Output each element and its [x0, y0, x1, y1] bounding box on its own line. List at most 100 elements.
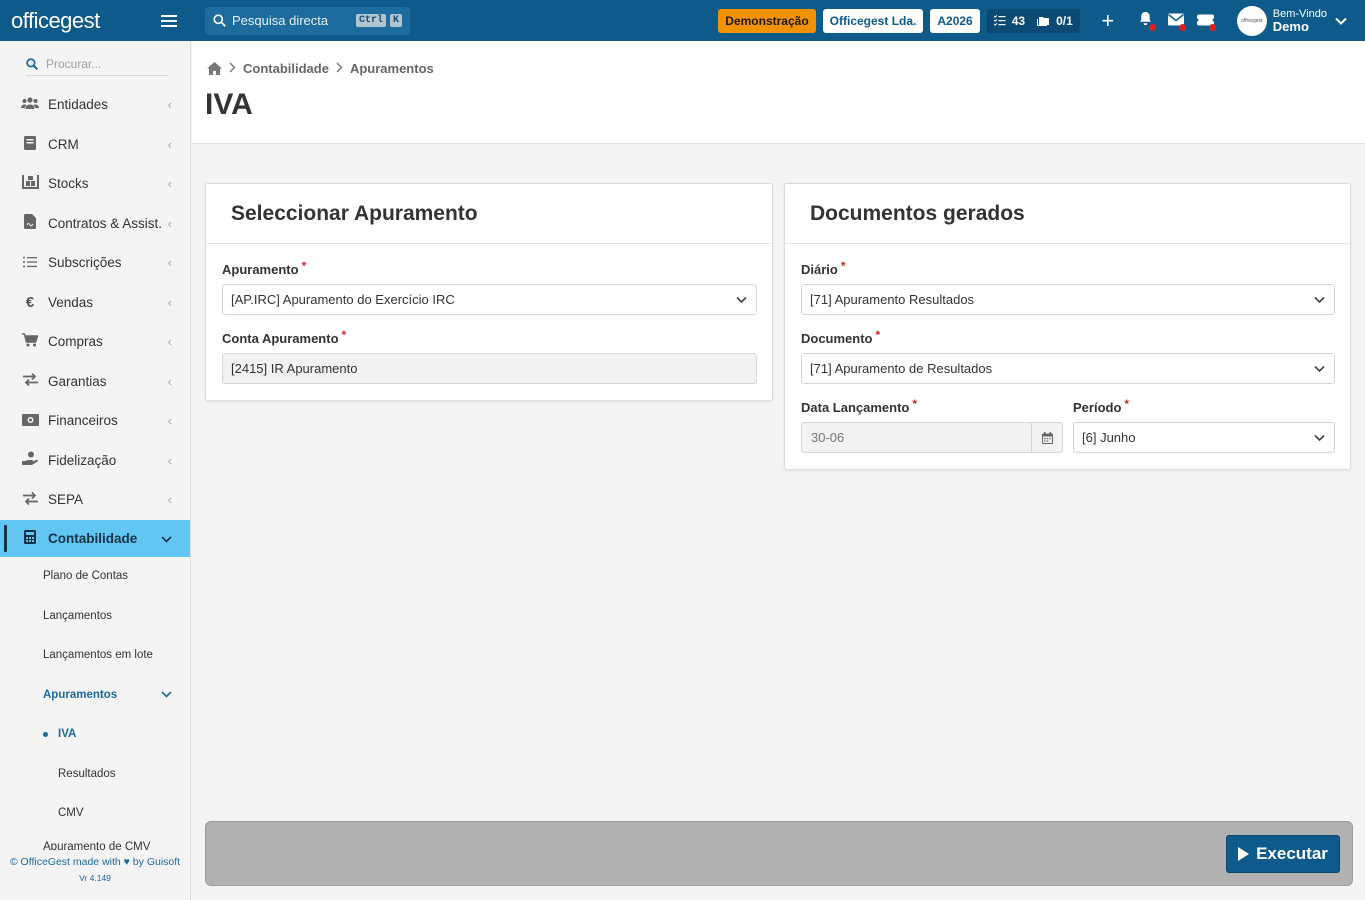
- chevron-left-icon: ‹: [167, 176, 172, 192]
- sidebar-item-label: Subscrições: [48, 255, 122, 271]
- sidebar-item-label: Financeiros: [48, 413, 118, 429]
- welcome-text: Bem-Vindo: [1272, 7, 1327, 20]
- sidebar-item-contabilidade[interactable]: Contabilidade: [0, 519, 190, 557]
- top-bar: officegest Pesquisa directa Ctrl K Demon…: [0, 0, 1365, 41]
- sidebar-subitem-lancamentos[interactable]: Lançamentos: [0, 596, 190, 636]
- ticket-icon[interactable]: [1193, 11, 1219, 31]
- sidebar-item-garantias[interactable]: Garantias ‹: [0, 362, 190, 402]
- sidebar-subitem-iva[interactable]: IVA: [0, 715, 190, 755]
- calendar-icon[interactable]: [1031, 423, 1062, 452]
- sidebar-footer: © OfficeGest made with ♥ by Guisoft Vr 4…: [0, 850, 190, 900]
- users-icon: [21, 97, 39, 113]
- apuramento-label-text: Apuramento: [222, 262, 299, 277]
- chevron-down-icon: [1314, 296, 1325, 304]
- apuramento-group: Apuramento * [AP.IRC] Apuramento do Exerc…: [222, 259, 757, 315]
- sidebar-subitem-lancamentos-lote[interactable]: Lançamentos em lote: [0, 636, 190, 676]
- chevron-left-icon: ‹: [167, 215, 172, 231]
- breadcrumb-apuramentos[interactable]: Apuramentos: [350, 61, 434, 76]
- apuramento-select[interactable]: [AP.IRC] Apuramento do Exercício IRC: [222, 284, 757, 315]
- top-right-tools: Demonstração Officegest Lda. A2026 43 0/…: [718, 0, 1365, 41]
- mail-icon[interactable]: [1163, 11, 1189, 31]
- cart-icon: [21, 333, 39, 350]
- sidebar-item-stocks[interactable]: Stocks ‹: [0, 164, 190, 204]
- execute-label: Executar: [1256, 844, 1328, 863]
- sidebar-search[interactable]: Procurar...: [26, 52, 168, 76]
- sidebar-item-label: Entidades: [48, 97, 109, 113]
- sidebar-item-fidelizacao[interactable]: Fidelização ‹: [0, 441, 190, 481]
- sidebar-item-crm[interactable]: CRM ‹: [0, 125, 190, 165]
- sidebar-item-label: Stocks: [48, 176, 89, 192]
- tasks-icon: [993, 15, 1006, 26]
- sidebar-subitem-resultados[interactable]: Resultados: [0, 754, 190, 794]
- required-marker: *: [912, 397, 918, 411]
- sidebar-subitem-plano-contas[interactable]: Plano de Contas: [0, 557, 190, 597]
- sidebar-item-label: Vendas: [48, 294, 94, 310]
- euro-icon: €: [25, 293, 35, 311]
- global-search[interactable]: Pesquisa directa Ctrl K: [205, 6, 410, 35]
- money-icon: [21, 413, 39, 429]
- sidebar: Procurar... Entidades ‹ CRM ‹ Stocks ‹ C…: [0, 41, 191, 900]
- sidebar-item-label: Contabilidade: [48, 530, 138, 546]
- chevron-right-icon: [336, 61, 343, 76]
- data-lancamento-group: Data Lançamento * 30-06: [801, 397, 1063, 453]
- sidebar-item-contratos[interactable]: Contratos & Assist. ‹: [0, 204, 190, 244]
- docs-count: 0/1: [1056, 13, 1073, 28]
- execute-button[interactable]: Executar: [1226, 835, 1340, 873]
- book-icon: [21, 135, 39, 153]
- sidebar-item-sepa[interactable]: SEPA ‹: [0, 480, 190, 520]
- calculator-icon: [21, 529, 39, 547]
- tasks-count: 43: [1011, 13, 1026, 28]
- home-icon[interactable]: [207, 62, 222, 75]
- company-selector[interactable]: Officegest Lda.: [822, 8, 924, 33]
- periodo-select[interactable]: [6] Junho: [1073, 422, 1335, 453]
- select-apuramento-card: Seleccionar Apuramento Apuramento * [AP.I…: [205, 183, 773, 401]
- card-title: Documentos gerados: [785, 184, 1350, 244]
- app-logo[interactable]: officegest: [11, 8, 100, 34]
- search-icon: [213, 14, 226, 27]
- year-selector[interactable]: A2026: [930, 8, 980, 33]
- tasks-counter[interactable]: 43: [993, 13, 1026, 28]
- apuramento-label: Apuramento *: [222, 259, 757, 277]
- breadcrumb: Contabilidade Apuramentos: [207, 61, 434, 76]
- diario-select[interactable]: [71] Apuramento Resultados: [801, 284, 1335, 315]
- sidebar-item-financeiros[interactable]: Financeiros ‹: [0, 401, 190, 441]
- demo-badge[interactable]: Demonstração: [718, 8, 816, 33]
- required-marker: *: [301, 259, 307, 273]
- page-header: Contabilidade Apuramentos IVA: [192, 41, 1365, 144]
- diario-label: Diário *: [801, 259, 1335, 277]
- chevron-left-icon: ‹: [167, 492, 172, 508]
- hand-coin-icon: [21, 451, 39, 469]
- documento-select[interactable]: [71] Apuramento de Resultados: [801, 353, 1335, 384]
- sidebar-subitem-cmv[interactable]: CMV: [0, 794, 190, 834]
- documentos-gerados-card: Documentos gerados Diário * [71] Apuramen…: [784, 183, 1351, 470]
- bell-icon[interactable]: [1133, 11, 1159, 31]
- action-bar: Executar: [205, 821, 1353, 886]
- conta-apuramento-field[interactable]: [2415] IR Apuramento: [222, 353, 757, 384]
- apuramento-value: [AP.IRC] Apuramento do Exercício IRC: [231, 292, 455, 307]
- chevron-down-icon: [736, 296, 747, 304]
- breadcrumb-contabilidade[interactable]: Contabilidade: [243, 61, 329, 76]
- documento-label: Documento *: [801, 328, 1335, 346]
- user-name: Demo: [1272, 18, 1309, 34]
- avatar: officegest: [1236, 5, 1267, 36]
- docs-counter[interactable]: 0/1: [1037, 14, 1073, 28]
- hamburger-menu-icon[interactable]: [161, 14, 177, 27]
- sidebar-subitem-apuramentos[interactable]: Apuramentos: [0, 675, 190, 715]
- user-menu[interactable]: officegest Bem-Vindo Demo: [1236, 5, 1347, 36]
- data-lancamento-field[interactable]: 30-06: [801, 422, 1063, 453]
- sidebar-item-vendas[interactable]: € Vendas ‹: [0, 283, 190, 323]
- sidebar-item-subscricoes[interactable]: Subscrições ‹: [0, 243, 190, 283]
- required-marker: *: [1124, 397, 1130, 411]
- documento-group: Documento * [71] Apuramento de Resultados: [801, 328, 1335, 384]
- play-icon: [1238, 847, 1250, 861]
- chevron-down-icon: [1335, 17, 1347, 25]
- chevron-left-icon: ‹: [167, 452, 172, 468]
- brand: officegest: [0, 0, 191, 41]
- chevron-down-icon: [161, 531, 172, 546]
- add-icon[interactable]: +: [1095, 8, 1121, 34]
- conta-label-text: Conta Apuramento: [222, 331, 339, 346]
- chevron-down-icon: [1314, 434, 1325, 442]
- folders-icon: [1037, 17, 1050, 26]
- sidebar-item-compras[interactable]: Compras ‹: [0, 322, 190, 362]
- sidebar-item-entidades[interactable]: Entidades ‹: [0, 85, 190, 125]
